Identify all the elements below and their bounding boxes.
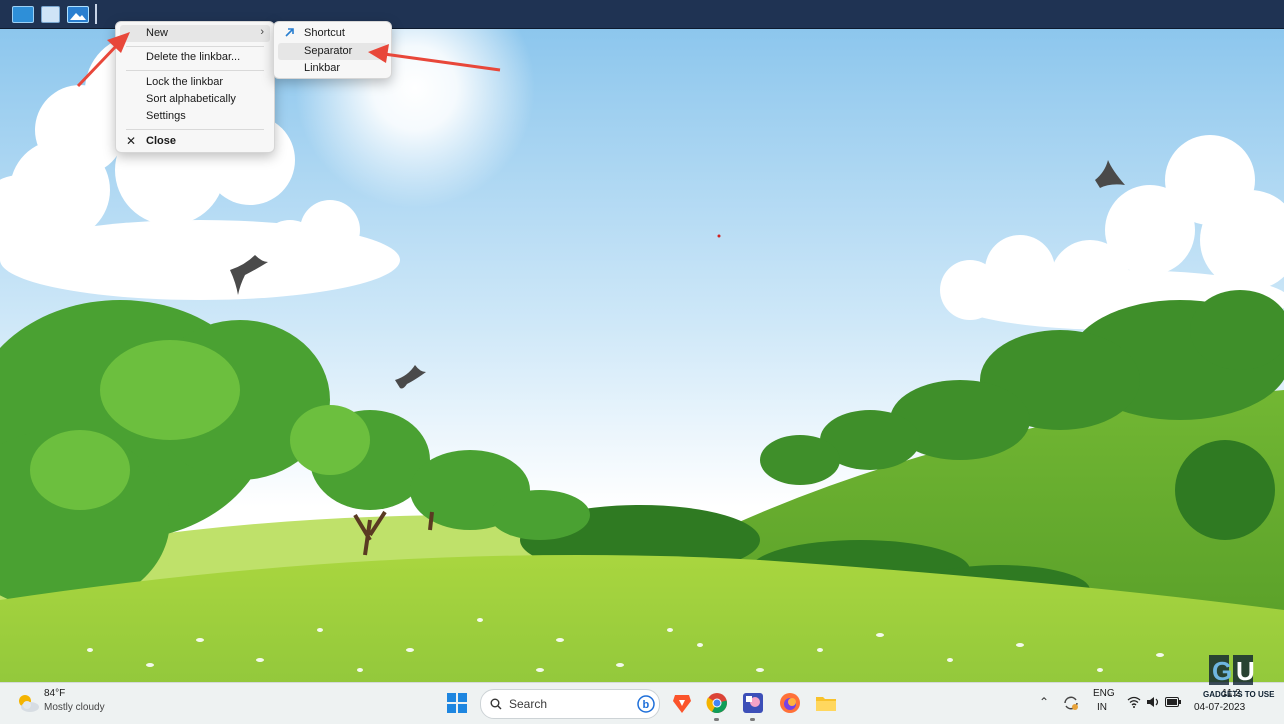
weather-temperature: 84°F bbox=[44, 688, 66, 699]
desktop: New › Delete the linkbar... Lock the lin… bbox=[0, 0, 1284, 724]
start-icon[interactable] bbox=[446, 692, 468, 714]
svg-text:G: G bbox=[1212, 656, 1232, 686]
svg-text:b: b bbox=[643, 699, 650, 711]
search-label: Search bbox=[509, 697, 548, 711]
search-box[interactable]: Search b bbox=[480, 689, 660, 719]
search-icon bbox=[490, 698, 502, 710]
svg-text:GADGETS TO USE: GADGETS TO USE bbox=[1203, 690, 1275, 699]
language-region: IN bbox=[1097, 702, 1107, 713]
firefox-icon[interactable] bbox=[779, 692, 801, 714]
volume-icon[interactable] bbox=[1146, 696, 1160, 708]
sync-icon[interactable] bbox=[1062, 694, 1080, 712]
wifi-icon[interactable] bbox=[1127, 696, 1141, 708]
brave-icon[interactable] bbox=[671, 692, 693, 714]
battery-icon[interactable] bbox=[1165, 697, 1181, 707]
running-indicator bbox=[714, 718, 719, 721]
bing-icon[interactable]: b bbox=[637, 695, 655, 713]
svg-text:U: U bbox=[1236, 656, 1255, 686]
chrome-icon[interactable] bbox=[706, 692, 728, 714]
annotation-arrow-new bbox=[76, 32, 130, 88]
photos-app-icon[interactable] bbox=[742, 692, 764, 714]
file-explorer-icon[interactable] bbox=[815, 692, 837, 714]
language-indicator[interactable]: ENG bbox=[1093, 688, 1115, 699]
chevron-up-icon[interactable]: ⌃ bbox=[1039, 695, 1049, 709]
partly-cloudy-icon bbox=[19, 695, 39, 712]
annotation-overlay bbox=[76, 32, 721, 238]
annotation-arrow-separator bbox=[368, 44, 501, 72]
gadgets-to-use-logo: G U GADGETS TO USE bbox=[1203, 655, 1275, 699]
running-indicator bbox=[750, 718, 755, 721]
weather-description: Mostly cloudy bbox=[44, 702, 105, 713]
taskbar: 84°F Mostly cloudy Search b ⌃ ENG IN 11:… bbox=[0, 682, 1284, 724]
